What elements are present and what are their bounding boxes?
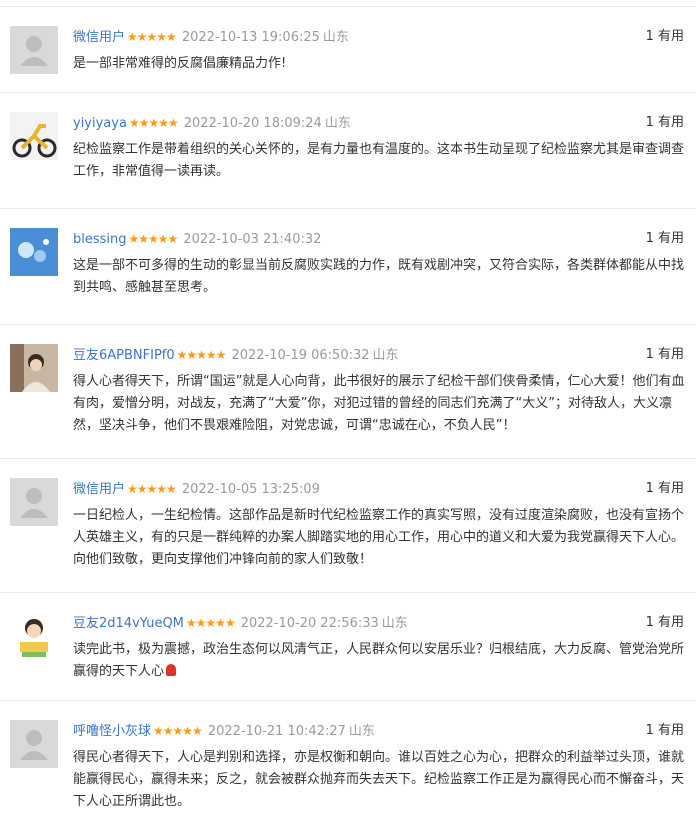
review-location: 山东 <box>381 616 408 631</box>
review-time: 2022-10-20 18:09:24 <box>183 116 322 131</box>
review-text: 这是一部不可多得的生动的彰显当前反腐败实践的力作，既有戏剧冲突，又符合实际，各类… <box>73 258 685 295</box>
review-item: 微信用户 ★★★★★ 2022-10-13 19:06:25 山东 1 有用 是一部非… <box>0 6 696 92</box>
rating-stars-icon: ★★★★★ <box>127 482 177 496</box>
rating-stars-icon: ★★★★★ <box>128 116 179 130</box>
avatar[interactable] <box>10 478 58 526</box>
rating-stars-icon: ★★★★★ <box>176 348 227 362</box>
review-location: 山东 <box>324 116 351 131</box>
avatar[interactable] <box>10 228 58 276</box>
useful-button[interactable]: 1 有用 <box>646 345 684 365</box>
reviewer-name[interactable]: blessing <box>73 232 127 247</box>
review-time: 2022-10-13 19:06:25 <box>181 30 320 45</box>
review-text: 得民心者得天下，人心是判别和选择，亦是权衡和朝向。谁以百姓之心为心，把群众的利益… <box>73 750 685 809</box>
avatar[interactable] <box>10 720 58 768</box>
flag-emoji-icon <box>166 664 177 676</box>
avatar[interactable] <box>10 344 58 392</box>
avatar[interactable] <box>10 612 58 660</box>
reviewer-name[interactable]: 呼噜怪小灰球 <box>73 724 151 739</box>
reviewer-name[interactable]: 豆友2d14vYueQM <box>73 616 184 631</box>
reviewer-name[interactable]: 微信用户 <box>73 482 125 497</box>
useful-button[interactable]: 1 有用 <box>646 229 684 249</box>
reviewer-name[interactable]: 豆友6APBNFIPf0 <box>73 348 175 363</box>
useful-button[interactable]: 1 有用 <box>646 479 684 499</box>
review-text: 纪检监察工作是带着组织的关心关怀的，是有力量也有温度的。这本书生动呈现了纪检监察… <box>73 142 685 179</box>
review-text: 得人心者得天下，所谓“国运”就是人心向背，此书很好的展示了纪检干部们侠骨柔情，仁… <box>73 374 685 433</box>
review-time: 2022-10-03 21:40:32 <box>183 232 322 247</box>
review-item: blessing ★★★★★ 2022-10-03 21:40:32 1 有用 这是… <box>0 208 696 324</box>
review-item: 呼噜怪小灰球 ★★★★★ 2022-10-21 10:42:27 山东 1 有用 得民… <box>0 700 696 820</box>
review-item: 豆友2d14vYueQM ★★★★★ 2022-10-20 22:56:33 山东 1… <box>0 592 696 700</box>
review-item: yiyiyaya ★★★★★ 2022-10-20 18:09:24 山东 1 有用 … <box>0 92 696 208</box>
useful-button[interactable]: 1 有用 <box>646 27 684 47</box>
review-location: 山东 <box>372 348 399 363</box>
review-time: 2022-10-21 10:42:27 <box>207 724 346 739</box>
review-text: 读完此书，极为震撼，政治生态何以风清气正，人民群众何以安居乐业？归根结底，大力反… <box>73 642 685 679</box>
rating-stars-icon: ★★★★★ <box>153 724 203 738</box>
review-text: 一日纪检人，一生纪检情。这部作品是新时代纪检监察工作的真实写照，没有过度渲染腐败… <box>73 508 685 567</box>
review-time: 2022-10-05 13:25:09 <box>181 482 320 497</box>
review-item: 豆友6APBNFIPf0 ★★★★★ 2022-10-19 06:50:32 山东 1… <box>0 324 696 458</box>
review-location: 山东 <box>322 30 349 45</box>
rating-stars-icon: ★★★★★ <box>127 30 177 44</box>
avatar[interactable] <box>10 112 58 160</box>
useful-button[interactable]: 1 有用 <box>646 613 684 633</box>
review-location: 山东 <box>348 724 375 739</box>
review-time: 2022-10-19 06:50:32 <box>231 348 370 363</box>
rating-stars-icon: ★★★★★ <box>128 232 179 246</box>
review-item: 微信用户 ★★★★★ 2022-10-05 13:25:09 1 有用 一日纪检人，… <box>0 458 696 592</box>
avatar[interactable] <box>10 26 58 74</box>
reviewer-name[interactable]: 微信用户 <box>73 30 125 45</box>
reviewer-name[interactable]: yiyiyaya <box>73 116 127 131</box>
rating-stars-icon: ★★★★★ <box>185 616 236 630</box>
review-time: 2022-10-20 22:56:33 <box>240 616 379 631</box>
useful-button[interactable]: 1 有用 <box>646 113 684 133</box>
useful-button[interactable]: 1 有用 <box>646 721 684 741</box>
review-text: 是一部非常难得的反腐倡廉精品力作! <box>73 56 287 71</box>
